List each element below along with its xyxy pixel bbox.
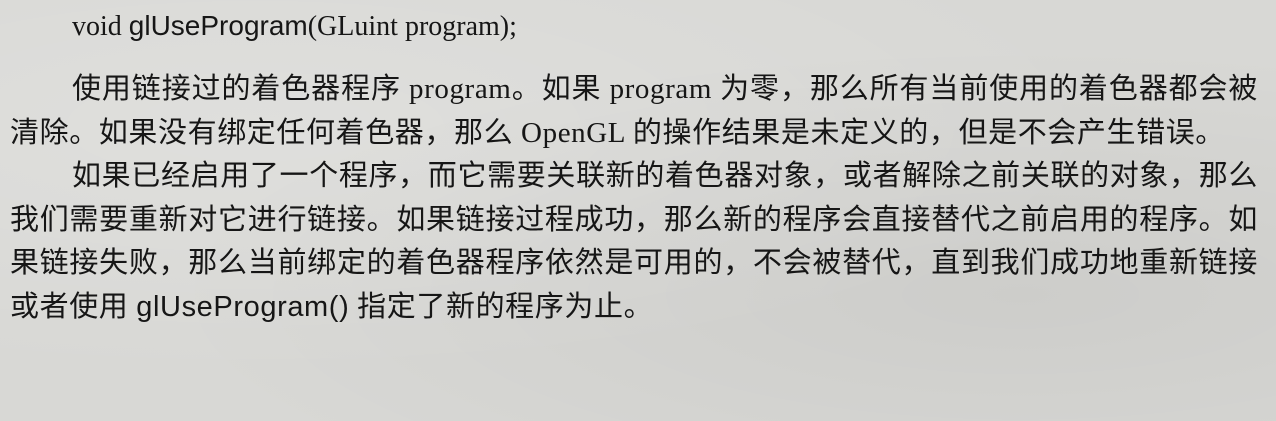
paragraph-2-text-after: 指定了新的程序为止。: [349, 290, 654, 323]
paragraph-1-text: 使用链接过的着色器程序 program。如果 program 为零，那么所有当前…: [10, 73, 1258, 149]
function-signature: void glUseProgram(GLuint program);: [72, 6, 517, 47]
return-type: void: [72, 11, 122, 42]
function-params: (GLuint program);: [307, 11, 517, 42]
description: 使用链接过的着色器程序 program。如果 program 为零，那么所有当前…: [10, 68, 1258, 330]
inline-code: glUseProgram(): [136, 290, 350, 323]
paragraph-1: 使用链接过的着色器程序 program。如果 program 为零，那么所有当前…: [10, 68, 1258, 155]
book-page: void glUseProgram(GLuint program); 使用链接过…: [0, 0, 1276, 421]
paragraph-2: 如果已经启用了一个程序，而它需要关联新的着色器对象，或者解除之前关联的对象，那么…: [10, 155, 1258, 329]
function-name: glUseProgram: [128, 10, 308, 41]
